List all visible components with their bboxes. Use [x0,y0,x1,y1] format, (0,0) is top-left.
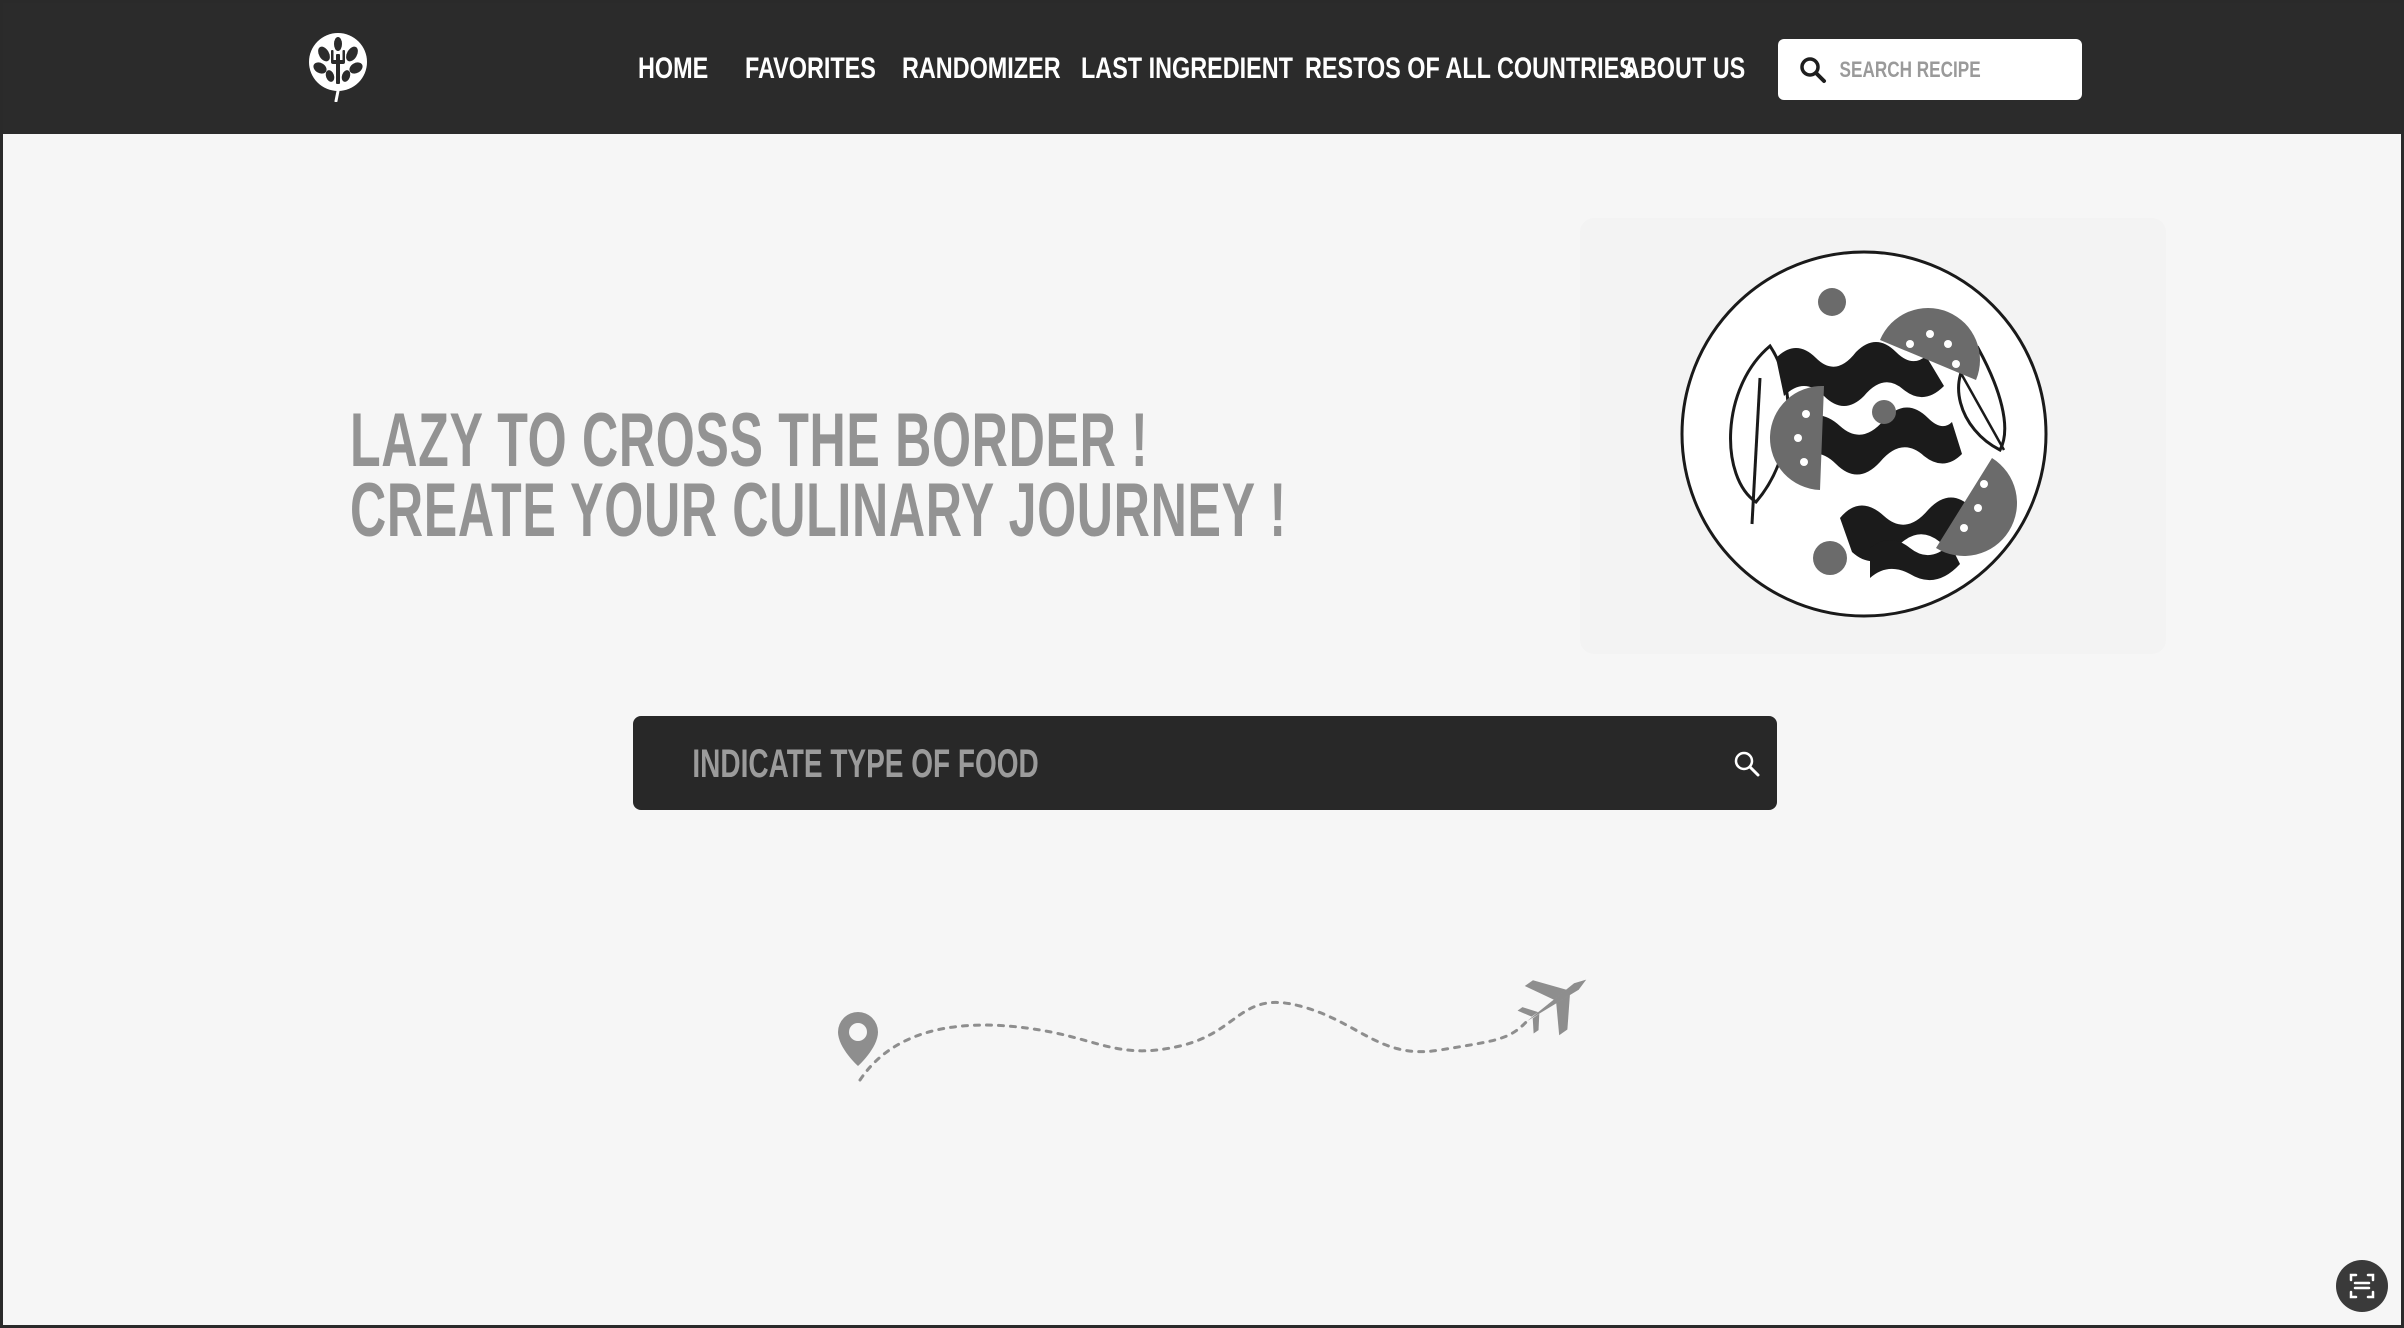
window-frame [0,0,2404,1328]
nav-restos-of-all-countries[interactable]: RESTOS OF ALL COUNTRIES [1305,50,1635,88]
nav-randomizer[interactable]: RANDOMIZER [902,50,1061,88]
recipe-search-input[interactable] [1838,49,2021,91]
food-type-search[interactable] [633,716,1777,810]
nav-home[interactable]: HOME [638,50,708,88]
hero-title-line-2: CREATE YOUR CULINARY JOURNEY ! [350,467,1287,553]
map-pin-icon [838,1012,878,1066]
food-type-input[interactable] [691,738,1394,790]
nav-about-us[interactable]: ABOUT US [1623,50,1745,88]
journey-path-illustration [820,950,1600,1090]
hero-title: LAZY TO CROSS THE BORDER ! CREATE YOUR C… [180,397,1287,553]
search-icon[interactable] [1733,750,1761,778]
nav-favorites[interactable]: FAVORITES [745,50,876,88]
main-nav: HOME FAVORITES RANDOMIZER LAST INGREDIEN… [0,0,1745,134]
airplane-icon [1517,979,1587,1036]
search-icon[interactable] [1798,55,1828,85]
scan-icon[interactable] [2336,1260,2388,1312]
nav-last-ingredient[interactable]: LAST INGREDIENT [1081,50,1293,88]
hero-title-line-1: LAZY TO CROSS THE BORDER ! [350,397,1149,483]
recipe-search[interactable] [1778,39,2082,100]
top-navbar: HOME FAVORITES RANDOMIZER LAST INGREDIEN… [0,0,2404,134]
food-plate-illustration [1580,218,2166,654]
